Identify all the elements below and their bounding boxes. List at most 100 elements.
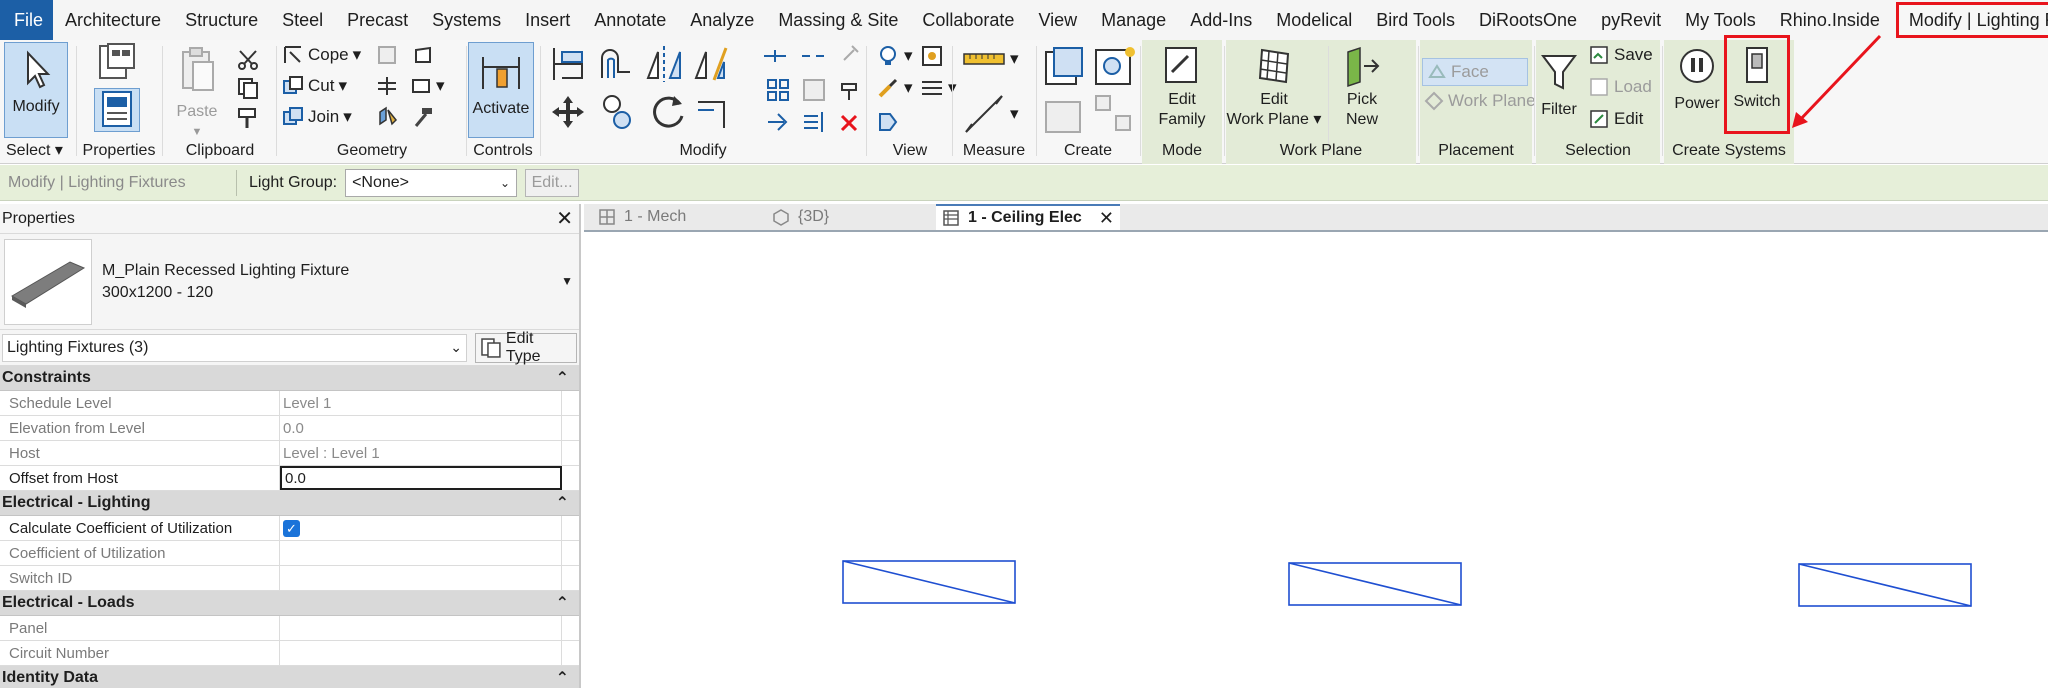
tab-architecture[interactable]: Architecture: [53, 0, 173, 40]
override-graphics-button[interactable]: ▾: [876, 44, 913, 68]
match-properties-button[interactable]: [236, 106, 260, 130]
array-icon[interactable]: [766, 78, 790, 102]
close-tab-icon[interactable]: ✕: [1099, 208, 1114, 229]
modify-button[interactable]: Modify: [4, 42, 68, 138]
tab-analyze[interactable]: Analyze: [678, 0, 766, 40]
tab-view-mech[interactable]: 1 - Mech: [590, 204, 694, 230]
select-element-button[interactable]: [876, 110, 900, 134]
offset-icon[interactable]: [596, 44, 636, 84]
group-electrical-lighting[interactable]: Electrical - Lighting ⌃: [0, 491, 579, 516]
tab-modelical[interactable]: Modelical: [1264, 0, 1364, 40]
type-selector[interactable]: M_Plain Recessed Lighting Fixture 300x12…: [0, 234, 579, 330]
create-parts-icon[interactable]: [1042, 44, 1086, 88]
tab-modify-lighting-fixtures[interactable]: Modify | Lighting Fixtures: [1895, 2, 2048, 38]
hide-in-view-button[interactable]: [920, 44, 944, 68]
group-electrical-loads[interactable]: Electrical - Loads ⌃: [0, 591, 579, 616]
create-assembly-icon[interactable]: [1042, 92, 1086, 136]
collapse-icon[interactable]: ⌃: [556, 593, 569, 613]
join-button[interactable]: Join ▾: [282, 106, 352, 128]
tab-bird-tools[interactable]: Bird Tools: [1364, 0, 1467, 40]
move-icon[interactable]: [550, 94, 586, 130]
collapse-icon[interactable]: ⌃: [556, 493, 569, 513]
split-face-button[interactable]: [376, 75, 398, 97]
drawing-canvas[interactable]: [584, 234, 2048, 688]
wall-joins-button[interactable]: [376, 44, 398, 66]
collapse-icon[interactable]: ⌃: [556, 668, 569, 688]
properties-button[interactable]: [94, 88, 140, 132]
activate-button[interactable]: Activate: [468, 42, 534, 138]
file-tab[interactable]: File: [0, 0, 54, 40]
edit-type-button[interactable]: Edit Type: [475, 330, 577, 365]
load-selection-button[interactable]: Load: [1588, 76, 1652, 98]
tab-steel[interactable]: Steel: [270, 0, 335, 40]
power-button[interactable]: Power: [1672, 42, 1722, 138]
demolish-hammer-button[interactable]: [412, 106, 434, 128]
edit-work-plane-button[interactable]: Edit Work Plane ▾: [1226, 42, 1322, 138]
trim-single-icon[interactable]: [766, 110, 790, 134]
group-constraints[interactable]: Constraints ⌃: [0, 366, 579, 391]
lighting-fixture[interactable]: [1288, 562, 1464, 608]
tab-collaborate[interactable]: Collaborate: [910, 0, 1026, 40]
group-identity-data[interactable]: Identity Data ⌃: [0, 666, 579, 688]
tab-precast[interactable]: Precast: [335, 0, 420, 40]
delete-icon[interactable]: [838, 112, 860, 134]
close-icon[interactable]: ✕: [556, 209, 573, 229]
dimension-button[interactable]: ▾: [962, 92, 1019, 136]
split-element-icon[interactable]: [762, 46, 788, 66]
edit-family-button[interactable]: Edit Family: [1148, 42, 1216, 138]
instance-filter-dropdown[interactable]: Lighting Fixtures (3) ⌄: [2, 333, 467, 362]
align-icon[interactable]: [548, 44, 588, 84]
type-dropdown-icon[interactable]: ▼: [561, 274, 573, 288]
select-panel-label[interactable]: Select ▾: [4, 140, 72, 164]
tab-view-ceiling-elec[interactable]: 1 - Ceiling Elec ✕: [936, 204, 1120, 230]
split-gap-icon[interactable]: [800, 46, 826, 66]
tab-annotate[interactable]: Annotate: [582, 0, 678, 40]
tab-view-3d[interactable]: {3D}: [764, 204, 837, 230]
lighting-fixture[interactable]: [1798, 563, 1974, 609]
measure-between-button[interactable]: ▾: [962, 48, 1019, 70]
cope-button[interactable]: Cope ▾: [282, 44, 361, 66]
mirror-draw-axis-icon[interactable]: [692, 44, 732, 84]
tab-my-tools[interactable]: My Tools: [1673, 0, 1768, 40]
paste-button[interactable]: Paste ▼: [172, 42, 222, 138]
unpin-icon[interactable]: [838, 80, 860, 102]
calculate-cu-checkbox[interactable]: ✓: [283, 519, 300, 537]
tab-add-ins[interactable]: Add-Ins: [1178, 0, 1264, 40]
copy-button[interactable]: [236, 76, 260, 100]
demolish-button[interactable]: [412, 44, 434, 66]
tab-view[interactable]: View: [1026, 0, 1089, 40]
cut-geometry-button[interactable]: Cut ▾: [282, 75, 347, 97]
cut-scissors-button[interactable]: [236, 48, 260, 72]
tab-manage[interactable]: Manage: [1089, 0, 1178, 40]
type-properties-button[interactable]: [92, 42, 142, 84]
place-on-work-plane-button[interactable]: Work Plane: [1424, 90, 1536, 112]
paint-button[interactable]: [376, 106, 398, 128]
scale-icon[interactable]: [802, 78, 826, 102]
tab-systems[interactable]: Systems: [420, 0, 513, 40]
tab-massing-site[interactable]: Massing & Site: [766, 0, 910, 40]
create-similar-icon[interactable]: [1092, 92, 1136, 136]
filter-button[interactable]: Filter: [1536, 42, 1582, 138]
rotate-icon[interactable]: [648, 92, 688, 132]
trim-extend-icon[interactable]: [694, 92, 734, 132]
tab-structure[interactable]: Structure: [173, 0, 270, 40]
tab-pyrevit[interactable]: pyRevit: [1589, 0, 1673, 40]
tab-dirootsone[interactable]: DiRootsOne: [1467, 0, 1589, 40]
place-on-face-button[interactable]: Face: [1422, 58, 1528, 86]
linework-button[interactable]: ▾: [876, 76, 913, 100]
copy-element-icon[interactable]: [600, 92, 636, 132]
create-group-icon[interactable]: [1092, 44, 1136, 88]
collapse-icon[interactable]: ⌃: [556, 368, 569, 388]
light-group-edit-button[interactable]: Edit...: [525, 168, 580, 197]
offset-from-host-input[interactable]: 0.0: [280, 466, 562, 490]
edit-selection-button[interactable]: Edit: [1588, 108, 1643, 130]
switch-button[interactable]: Switch: [1724, 35, 1790, 134]
join-roof-button[interactable]: ▾: [410, 75, 445, 97]
trim-multiple-icon[interactable]: [802, 110, 826, 134]
tab-rhino-inside[interactable]: Rhino.Inside: [1768, 0, 1892, 40]
save-selection-button[interactable]: Save: [1588, 44, 1653, 66]
light-group-dropdown[interactable]: <None> ⌄: [345, 168, 518, 197]
mirror-pick-axis-icon[interactable]: [644, 44, 684, 84]
tab-insert[interactable]: Insert: [513, 0, 582, 40]
lighting-fixture[interactable]: [842, 560, 1018, 606]
